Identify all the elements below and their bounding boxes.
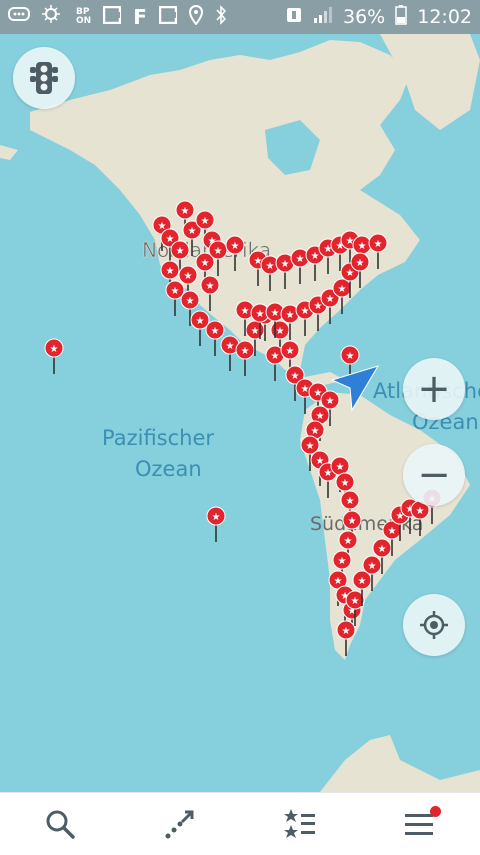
svg-text:★: ★ (346, 496, 355, 507)
svg-text:★: ★ (171, 286, 180, 297)
svg-text:★: ★ (251, 326, 260, 337)
svg-text:★: ★ (188, 226, 197, 237)
svg-text:★: ★ (201, 216, 210, 227)
search-icon (46, 810, 75, 839)
battery-icon (395, 4, 407, 30)
locate-button[interactable] (403, 594, 465, 656)
svg-text:★: ★ (176, 246, 185, 257)
svg-text:★: ★ (256, 309, 265, 320)
svg-text:★: ★ (301, 306, 310, 317)
svg-text:★: ★ (314, 301, 323, 312)
svg-text:★: ★ (351, 596, 360, 607)
svg-text:★: ★ (226, 341, 235, 352)
route-icon (165, 810, 194, 839)
svg-text:★: ★ (356, 258, 365, 269)
route-tab[interactable] (150, 794, 210, 854)
svg-text:★: ★ (342, 626, 351, 637)
svg-text:★: ★ (358, 576, 367, 587)
svg-text:★: ★ (271, 308, 280, 319)
svg-text:★: ★ (346, 268, 355, 279)
svg-text:★: ★ (286, 346, 295, 357)
svg-text:★: ★ (326, 294, 335, 305)
svg-text:★: ★ (338, 556, 347, 567)
weather-icon (42, 4, 64, 30)
label-pacific-line1: Pazifischer (102, 426, 214, 450)
zoom-in-button[interactable]: + (403, 358, 465, 420)
svg-text:★: ★ (184, 271, 193, 282)
svg-text:★: ★ (50, 344, 59, 355)
svg-text:★: ★ (196, 316, 205, 327)
bottom-nav (0, 792, 480, 855)
svg-text:★: ★ (358, 241, 367, 252)
svg-text:★: ★ (348, 516, 357, 527)
svg-text:★: ★ (374, 239, 383, 250)
svg-text:★: ★ (241, 346, 250, 357)
zoom-out-button[interactable]: − (403, 444, 465, 506)
location-icon (188, 4, 203, 30)
svg-text:★: ★ (166, 266, 175, 277)
svg-text:★: ★ (276, 326, 285, 337)
svg-text:★: ★ (336, 462, 345, 473)
bp-on-icon: BP ON (76, 8, 91, 26)
svg-text:★: ★ (388, 526, 397, 537)
svg-text:★: ★ (416, 506, 425, 517)
app-e-icon-2 (158, 5, 178, 29)
svg-text:★: ★ (212, 512, 221, 523)
menu-tab[interactable] (390, 794, 450, 854)
traffic-light-icon (30, 62, 58, 94)
svg-text:★: ★ (291, 371, 300, 382)
search-tab[interactable] (30, 794, 90, 854)
svg-text:★: ★ (206, 281, 215, 292)
svg-text:★: ★ (201, 258, 210, 269)
map-canvas[interactable]: Nordamerika Pazifischer Ozean Atlantisch… (0, 34, 480, 792)
svg-text:★: ★ (311, 251, 320, 262)
favorites-tab[interactable] (270, 794, 330, 854)
svg-text:★: ★ (286, 310, 295, 321)
svg-text:★: ★ (344, 536, 353, 547)
svg-text:★: ★ (341, 478, 350, 489)
label-pacific-line2: Ozean (135, 457, 202, 481)
svg-text:★: ★ (324, 468, 333, 479)
svg-text:★: ★ (316, 411, 325, 422)
notification-icon (285, 6, 303, 29)
svg-text:★: ★ (166, 234, 175, 245)
cell-signal-icon (313, 6, 333, 29)
svg-text:★: ★ (338, 284, 347, 295)
app-f-icon: F (133, 5, 147, 29)
svg-text:★: ★ (378, 544, 387, 555)
map-view[interactable]: Nordamerika Pazifischer Ozean Atlantisch… (0, 34, 480, 792)
svg-text:★: ★ (296, 254, 305, 265)
svg-text:★: ★ (346, 351, 355, 362)
bluetooth-icon (215, 4, 227, 30)
app-e-icon (102, 5, 122, 29)
chat-icon (8, 6, 30, 28)
traffic-button[interactable] (13, 47, 75, 109)
svg-text:★: ★ (311, 426, 320, 437)
svg-text:★: ★ (211, 326, 220, 337)
svg-text:★: ★ (306, 441, 315, 452)
svg-text:★: ★ (326, 396, 335, 407)
battery-percent: 36% (343, 6, 386, 28)
svg-text:★: ★ (231, 241, 240, 252)
svg-text:★: ★ (241, 306, 250, 317)
svg-text:★: ★ (301, 384, 310, 395)
on-label: ON (76, 16, 92, 26)
locate-icon (420, 611, 448, 639)
clock: 12:02 (417, 6, 472, 28)
svg-text:★: ★ (266, 261, 275, 272)
plus-icon: + (417, 366, 451, 412)
svg-text:★: ★ (368, 561, 377, 572)
minus-icon: − (417, 452, 451, 498)
notification-badge (430, 806, 441, 817)
status-bar: BP ON F 36% 12:02 (0, 0, 480, 34)
svg-text:★: ★ (334, 576, 343, 587)
svg-text:★: ★ (186, 296, 195, 307)
svg-text:★: ★ (214, 246, 223, 257)
svg-text:★: ★ (181, 206, 190, 217)
favorites-icon (284, 809, 315, 838)
svg-text:★: ★ (271, 351, 280, 362)
svg-text:★: ★ (281, 259, 290, 270)
